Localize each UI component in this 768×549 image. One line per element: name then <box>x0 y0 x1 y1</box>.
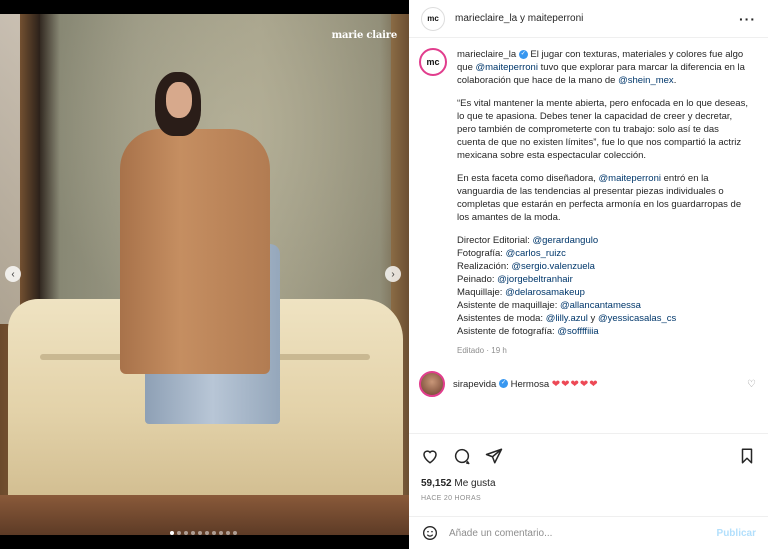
add-comment-bar: Publicar <box>409 516 768 549</box>
post-timestamp: HACE 20 HORAS <box>421 495 481 502</box>
mention-link[interactable]: @yessicasalas_cs <box>598 313 676 324</box>
post-side-panel: mc marieclaire_la y maiteperroni ··· mc … <box>409 0 768 549</box>
comment-icon[interactable] <box>453 447 471 465</box>
credits-list: Director Editorial: @gerardangulo Fotogr… <box>457 234 749 338</box>
caption-meta: Editado · 19 h <box>457 346 507 355</box>
verified-badge-icon: ✓ <box>498 379 508 389</box>
mention-link[interactable]: @maiteperroni <box>476 62 538 73</box>
caption-username[interactable]: marieclaire_la <box>457 49 516 60</box>
comment-text: sirapevida ✓ Hermosa ❤❤❤❤❤ <box>453 379 739 390</box>
carousel-dot <box>226 531 230 535</box>
bookmark-icon[interactable] <box>738 447 756 465</box>
carousel-dot <box>184 531 188 535</box>
mention-link[interactable]: @maiteperroni <box>599 173 661 184</box>
verified-badge-icon: ✓ <box>518 49 528 59</box>
action-row <box>421 444 756 468</box>
credit-line: Fotografía: @carlos_ruizc <box>457 247 749 260</box>
carousel-dot <box>170 531 174 535</box>
credit-line: Maquillaje: @delarosamakeup <box>457 286 749 299</box>
person-coat <box>120 129 270 374</box>
publish-button[interactable]: Publicar <box>717 528 756 539</box>
previous-slide-button[interactable]: ‹ <box>5 266 21 282</box>
carousel-dot <box>212 531 216 535</box>
caption-quote: “Es vital mantener la mente abierta, per… <box>457 98 748 161</box>
credit-line: Director Editorial: @gerardangulo <box>457 234 749 247</box>
credit-label: Fotografía: <box>457 248 506 259</box>
credit-label: Maquillaje: <box>457 287 506 298</box>
heart-icon[interactable] <box>421 447 439 465</box>
mention-link[interactable]: @carlos_ruizc <box>506 248 566 259</box>
heart-emojis: ❤❤❤❤❤ <box>551 378 599 390</box>
carousel-dots <box>170 531 237 535</box>
credit-line: Asistente de maquillaje: @allancantamess… <box>457 299 749 312</box>
comment-item: sirapevida ✓ Hermosa ❤❤❤❤❤ ♡ <box>419 371 756 397</box>
credit-label: y <box>587 313 598 324</box>
credit-label: Director Editorial: <box>457 235 533 246</box>
carousel-dot <box>205 531 209 535</box>
credit-label: Asistente de fotografía: <box>457 326 558 337</box>
caption: mc marieclaire_la ✓ El jugar con textura… <box>419 48 756 357</box>
credit-line: Asistente de fotografía: @soffffiiia <box>457 325 749 338</box>
caption-text-part: En esta faceta como diseñadora, <box>457 173 599 184</box>
floor <box>0 495 409 535</box>
post-photo[interactable]: marie claire ‹ › <box>0 14 409 535</box>
carousel-dot <box>191 531 195 535</box>
caption-paragraph: En esta faceta como diseñadora, @maitepe… <box>457 172 749 224</box>
mention-link[interactable]: @soffffiiia <box>557 326 598 337</box>
actions-bar: 59,152 Me gusta HACE 20 HORAS <box>409 433 768 502</box>
credit-label: Asistentes de moda: <box>457 313 546 324</box>
post-header: mc marieclaire_la y maiteperroni ··· <box>409 0 768 38</box>
commenter-username[interactable]: sirapevida <box>453 379 496 390</box>
credit-label: Realización: <box>457 261 512 272</box>
likes-count[interactable]: 59,152 Me gusta <box>421 478 756 489</box>
commenter-avatar[interactable] <box>419 371 445 397</box>
mention-link[interactable]: @sergio.valenzuela <box>511 261 595 272</box>
likes-label: Me gusta <box>451 478 496 489</box>
credit-line: Realización: @sergio.valenzuela <box>457 260 749 273</box>
mention-link[interactable]: @gerardangulo <box>533 235 599 246</box>
comment-like-heart-icon[interactable]: ♡ <box>747 379 756 390</box>
share-icon[interactable] <box>485 447 503 465</box>
comment-input[interactable] <box>449 527 707 539</box>
mention-link[interactable]: @jorgebeltranhair <box>497 274 573 285</box>
carousel-dot <box>177 531 181 535</box>
credit-line: Asistentes de moda: @lilly.azul y @yessi… <box>457 312 749 325</box>
next-slide-button[interactable]: › <box>385 266 401 282</box>
caption-avatar[interactable]: mc <box>419 48 447 76</box>
chevron-right-icon: › <box>391 268 395 280</box>
likes-number: 59,152 <box>421 478 452 489</box>
mention-link[interactable]: @shein_mex <box>618 75 674 86</box>
brand-watermark: marie claire <box>331 30 398 41</box>
carousel-dot <box>198 531 202 535</box>
caption-text-part: . <box>673 75 677 86</box>
person-face <box>166 82 192 118</box>
post-author-title[interactable]: marieclaire_la y maiteperroni <box>455 13 739 24</box>
caption-text: marieclaire_la ✓ El jugar con texturas, … <box>457 48 749 357</box>
more-horizontal-icon[interactable]: ··· <box>739 11 756 27</box>
carousel-dot <box>233 531 237 535</box>
comment-body: Hermosa <box>507 378 552 390</box>
comments-list[interactable]: mc marieclaire_la ✓ El jugar con textura… <box>409 48 768 433</box>
emoji-icon[interactable] <box>421 524 439 542</box>
credit-line: Peinado: @jorgebeltranhair <box>457 273 749 286</box>
mention-link[interactable]: @allancantamessa <box>560 300 641 311</box>
mention-link[interactable]: @delarosamakeup <box>505 287 585 298</box>
mention-link[interactable]: @lilly.azul <box>546 313 588 324</box>
credit-label: Peinado: <box>457 274 498 285</box>
avatar[interactable]: mc <box>421 6 445 31</box>
credit-label: Asistente de maquillaje: <box>457 300 560 311</box>
chevron-left-icon: ‹ <box>11 268 15 280</box>
carousel-dot <box>219 531 223 535</box>
